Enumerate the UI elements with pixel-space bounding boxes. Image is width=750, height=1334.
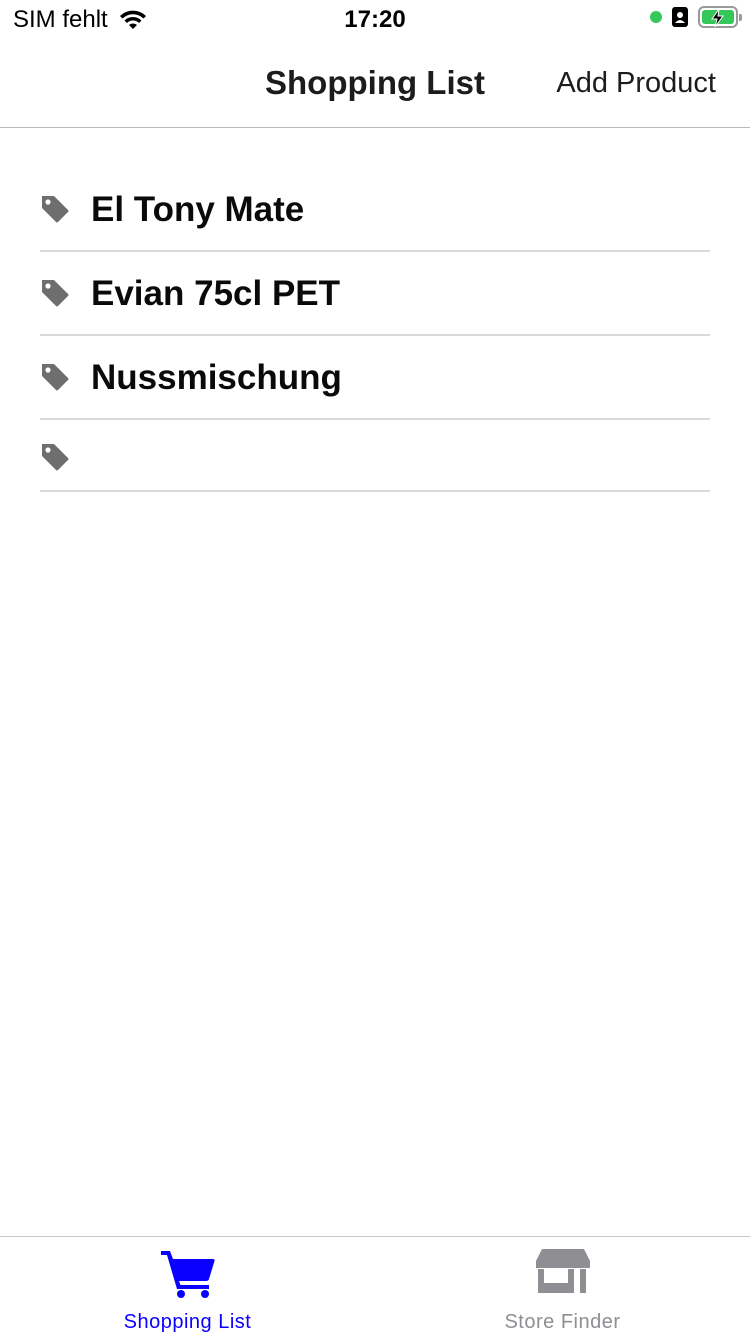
tab-shopping-list[interactable]: Shopping List [0,1237,375,1334]
status-right [650,6,742,28]
charging-bolt-icon [711,9,724,27]
tab-label: Shopping List [123,1311,252,1333]
battery-icon [698,6,742,28]
tab-bar: Shopping List Store Finder [0,1236,750,1334]
camera-indicator-dot [650,11,662,23]
list-item[interactable]: Nussmischung [40,336,710,420]
list-item[interactable]: El Tony Mate [40,168,710,252]
product-name: El Tony Mate [91,190,305,229]
list-item[interactable] [40,420,710,492]
tag-icon [42,196,69,223]
status-time: 17:20 [344,6,406,33]
tag-icon [42,444,69,471]
navigation-bar: Shopping List Add Product [0,40,750,128]
product-list: El Tony Mate Evian 75cl PET Nussmischung [40,168,710,492]
battery-nub [739,14,742,21]
tag-icon [42,280,69,307]
list-item[interactable]: Evian 75cl PET [40,252,710,336]
add-product-button[interactable]: Add Product [556,67,716,100]
store-icon [535,1249,590,1293]
product-name: Evian 75cl PET [91,274,341,313]
contact-card-icon [672,7,688,27]
tab-store-finder[interactable]: Store Finder [375,1237,750,1334]
cart-icon [160,1251,215,1298]
tag-icon [42,364,69,391]
app-screen: SIM fehlt 17:20 Shopping List Add Produc… [0,0,750,1334]
product-name: Nussmischung [91,358,342,397]
tab-label: Store Finder [504,1311,621,1333]
status-bar: SIM fehlt 17:20 [0,0,750,40]
